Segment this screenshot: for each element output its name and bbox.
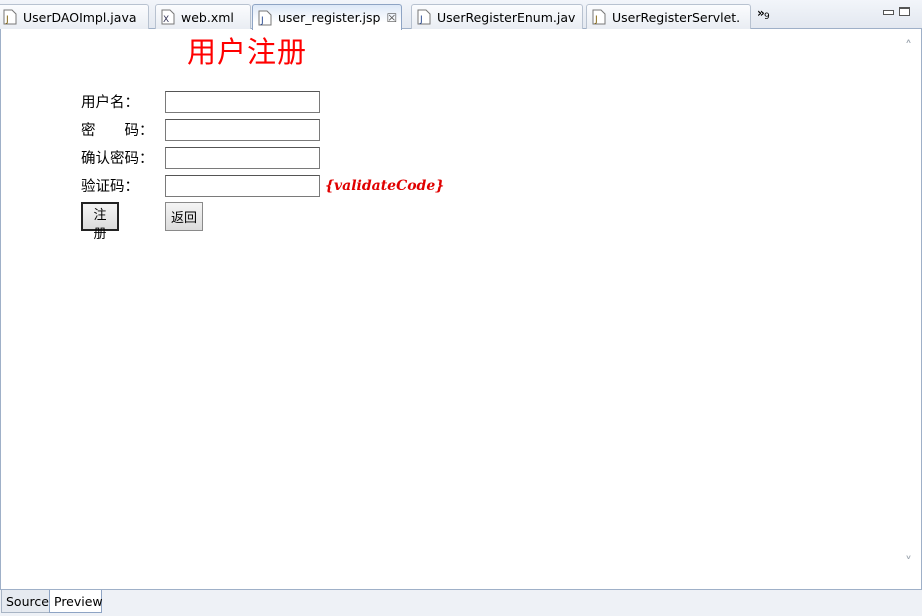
captcha-label: 验证码： — [81, 179, 139, 195]
jsp-file-icon: J — [258, 10, 272, 26]
java-file-icon: J — [3, 9, 17, 25]
tab-userdaoimpl[interactable]: J UserDAOImpl.java — [0, 4, 149, 29]
scroll-up-chevron-icon[interactable]: ˄ — [905, 39, 912, 55]
java-file-icon: J — [592, 9, 606, 25]
svg-text:J: J — [5, 15, 9, 25]
java-file-icon: J — [417, 9, 431, 25]
maximize-icon[interactable] — [899, 7, 910, 16]
tab-source[interactable]: Source — [1, 590, 50, 613]
page-title: 用户注册 — [187, 35, 308, 69]
username-input[interactable] — [165, 91, 320, 113]
minimize-icon[interactable] — [882, 7, 894, 16]
editor-mode-tabs: Source Preview — [0, 589, 922, 616]
jsp-preview-pane: 用户注册 用户名： 密 码： 确认密码： 验证码： {validateCode}… — [0, 29, 922, 589]
tab-label: user_register.jsp — [278, 10, 381, 25]
back-button[interactable]: 返回 — [165, 202, 203, 231]
xml-file-icon: X — [161, 9, 175, 25]
close-icon[interactable]: ☒ — [386, 11, 397, 25]
password-input[interactable] — [165, 119, 320, 141]
svg-text:J: J — [260, 16, 264, 26]
tab-label: UserDAOImpl.java — [23, 9, 137, 25]
vertical-scrollbar[interactable]: ˄ ˅ — [903, 29, 920, 589]
tab-preview[interactable]: Preview — [49, 590, 103, 613]
tab-label: UserRegisterEnum.jav — [437, 9, 576, 25]
scroll-down-chevron-icon[interactable]: ˅ — [905, 555, 912, 571]
svg-text:J: J — [419, 15, 423, 25]
tab-label: web.xml — [181, 9, 234, 25]
svg-text:J: J — [594, 15, 598, 25]
tab-userregisterservlet[interactable]: J UserRegisterServlet. — [586, 4, 751, 29]
svg-text:X: X — [163, 15, 169, 25]
password-label: 密 码： — [81, 123, 154, 139]
validate-code-placeholder: {validateCode} — [325, 178, 445, 194]
tab-overflow-count: 9 — [764, 12, 770, 22]
confirm-password-input[interactable] — [165, 147, 320, 169]
tab-userregisterenum[interactable]: J UserRegisterEnum.jav — [411, 4, 583, 29]
confirm-password-label: 确认密码： — [81, 151, 154, 167]
tab-label: UserRegisterServlet. — [612, 9, 741, 25]
captcha-input[interactable] — [165, 175, 320, 197]
editor-tab-bar: J UserDAOImpl.java X web.xml J user_regi… — [0, 0, 922, 30]
register-button[interactable]: 注册 — [81, 202, 119, 242]
username-label: 用户名： — [81, 95, 139, 111]
tab-web-xml[interactable]: X web.xml — [155, 4, 251, 29]
tab-user-register-jsp[interactable]: J user_register.jsp ☒ — [252, 4, 402, 30]
